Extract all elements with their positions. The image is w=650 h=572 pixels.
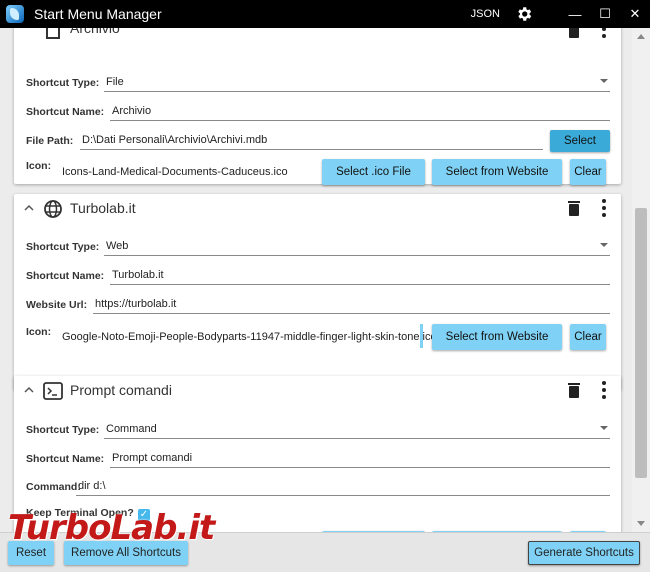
website-url-label: Website Url: — [26, 299, 88, 311]
shortcut-type-value: File — [106, 76, 124, 88]
shortcut-card-archivio: Archivio Shortcut Type: File Shortcut Na… — [14, 28, 621, 185]
card-header: Archivio — [14, 28, 621, 48]
shortcut-type-select[interactable]: File — [104, 70, 610, 92]
trash-icon[interactable] — [567, 28, 581, 39]
chevron-down-icon — [600, 426, 608, 430]
keep-open-checkbox[interactable]: ✓ — [138, 509, 150, 521]
command-input[interactable]: dir d:\ — [76, 474, 610, 496]
shortcut-name-label: Shortcut Name: — [26, 453, 105, 465]
clear-icon-button[interactable]: Clear — [570, 324, 606, 350]
file-path-value: D:\Dati Personali\Archivio\Archivi.mdb — [82, 134, 268, 146]
icon-row: Icon: — [26, 153, 51, 175]
card-header[interactable]: Prompt comandi — [14, 376, 621, 406]
card-title: Turbolab.it — [70, 200, 136, 216]
command-row: Command: — [26, 474, 81, 496]
maximize-button[interactable]: ☐ — [590, 0, 620, 28]
close-button[interactable]: ✕ — [620, 0, 650, 28]
shortcut-type-label: Shortcut Type: — [26, 77, 100, 89]
shortcut-type-row: Shortcut Type: — [26, 417, 99, 439]
title-bar: Start Menu Manager JSON — ☐ ✕ — [0, 0, 650, 28]
scroll-up-icon[interactable] — [637, 34, 645, 39]
globe-icon — [42, 198, 64, 220]
keep-open-row: Keep Terminal Open? — [26, 500, 134, 522]
json-button[interactable]: JSON — [471, 8, 500, 20]
shortcut-type-value: Web — [106, 240, 129, 252]
icon-label: Icon: — [26, 160, 52, 172]
icon-filename: Google-Noto-Emoji-People-Bodyparts-11947… — [62, 331, 437, 343]
clear-icon-button[interactable]: Clear — [570, 159, 606, 185]
generate-shortcuts-button[interactable]: Generate Shortcuts — [528, 541, 640, 565]
select-file-button[interactable]: Select — [550, 130, 610, 152]
more-options-icon[interactable] — [601, 199, 607, 217]
reset-button[interactable]: Reset — [8, 541, 54, 565]
trash-icon[interactable] — [567, 200, 581, 217]
shortcut-type-row: Shortcut Type: — [26, 234, 99, 256]
chevron-up-icon[interactable] — [23, 202, 35, 214]
icon-row: Icon: — [26, 319, 51, 341]
more-options-icon[interactable] — [601, 381, 607, 399]
chevron-down-icon — [600, 79, 608, 83]
select-from-website-button[interactable]: Select from Website — [432, 324, 562, 350]
remove-all-shortcuts-button[interactable]: Remove All Shortcuts — [64, 541, 188, 565]
shortcut-name-label: Shortcut Name: — [26, 106, 105, 118]
website-url-input[interactable]: https://turbolab.it — [93, 292, 610, 314]
more-options-icon[interactable] — [601, 28, 607, 38]
document-icon — [42, 28, 64, 42]
shortcut-name-label: Shortcut Name: — [26, 270, 105, 282]
shortcut-type-value: Command — [106, 423, 157, 435]
card-title: Archivio — [70, 28, 120, 36]
shortcut-type-select[interactable]: Command — [104, 417, 610, 439]
select-ico-button[interactable]: Select .ico File — [322, 159, 425, 185]
chevron-up-icon[interactable] — [23, 384, 35, 396]
shortcut-name-input[interactable]: Prompt comandi — [110, 446, 610, 468]
shortcut-type-row: Shortcut Type: — [26, 70, 99, 92]
window-title: Start Menu Manager — [34, 6, 162, 22]
scroll-down-icon[interactable] — [637, 521, 645, 526]
file-path-row: File Path: — [26, 128, 73, 150]
select-from-website-button[interactable]: Select from Website — [432, 159, 562, 185]
shortcut-list: Archivio Shortcut Type: File Shortcut Na… — [0, 28, 632, 532]
shortcut-name-input[interactable]: Archivio — [110, 99, 610, 121]
website-url-row: Website Url: — [26, 292, 87, 314]
card-title: Prompt comandi — [70, 382, 172, 398]
gear-icon[interactable] — [514, 4, 534, 24]
command-value: dir d:\ — [78, 480, 106, 492]
app-logo-icon — [6, 5, 24, 23]
shortcut-type-label: Shortcut Type: — [26, 241, 100, 253]
shortcut-card-turbolab: Turbolab.it Shortcut Type: Web Shortcut … — [14, 194, 621, 390]
shortcut-name-value: Turbolab.it — [112, 269, 164, 281]
shortcut-name-value: Prompt comandi — [112, 452, 193, 464]
shortcut-name-row: Shortcut Name: — [26, 99, 104, 121]
shortcut-name-value: Archivio — [112, 105, 152, 117]
shortcut-name-row: Shortcut Name: — [26, 263, 104, 285]
icon-field-indicator — [420, 324, 423, 348]
chevron-down-icon — [600, 243, 608, 247]
vertical-scrollbar[interactable] — [632, 28, 650, 532]
shortcut-card-prompt-comandi: Prompt comandi Shortcut Type: Command Sh… — [14, 376, 621, 532]
shortcut-type-label: Shortcut Type: — [26, 424, 100, 436]
trash-icon[interactable] — [567, 382, 581, 399]
minimize-button[interactable]: — — [560, 0, 590, 28]
keep-open-label: Keep Terminal Open? — [26, 507, 134, 519]
website-url-value: https://turbolab.it — [95, 298, 177, 310]
terminal-icon — [42, 380, 64, 402]
card-header[interactable]: Turbolab.it — [14, 194, 621, 224]
scrollbar-thumb[interactable] — [635, 208, 647, 478]
shortcut-name-row: Shortcut Name: — [26, 446, 104, 468]
icon-filename: Icons-Land-Medical-Documents-Caduceus.ic… — [62, 166, 288, 178]
icon-label: Icon: — [26, 326, 52, 338]
bottom-action-bar: Reset Remove All Shortcuts Generate Shor… — [0, 532, 650, 572]
shortcut-type-select[interactable]: Web — [104, 234, 610, 256]
shortcut-name-input[interactable]: Turbolab.it — [110, 263, 610, 285]
command-label: Command: — [26, 481, 81, 493]
file-path-input[interactable]: D:\Dati Personali\Archivio\Archivi.mdb — [80, 128, 543, 150]
file-path-label: File Path: — [26, 135, 74, 147]
